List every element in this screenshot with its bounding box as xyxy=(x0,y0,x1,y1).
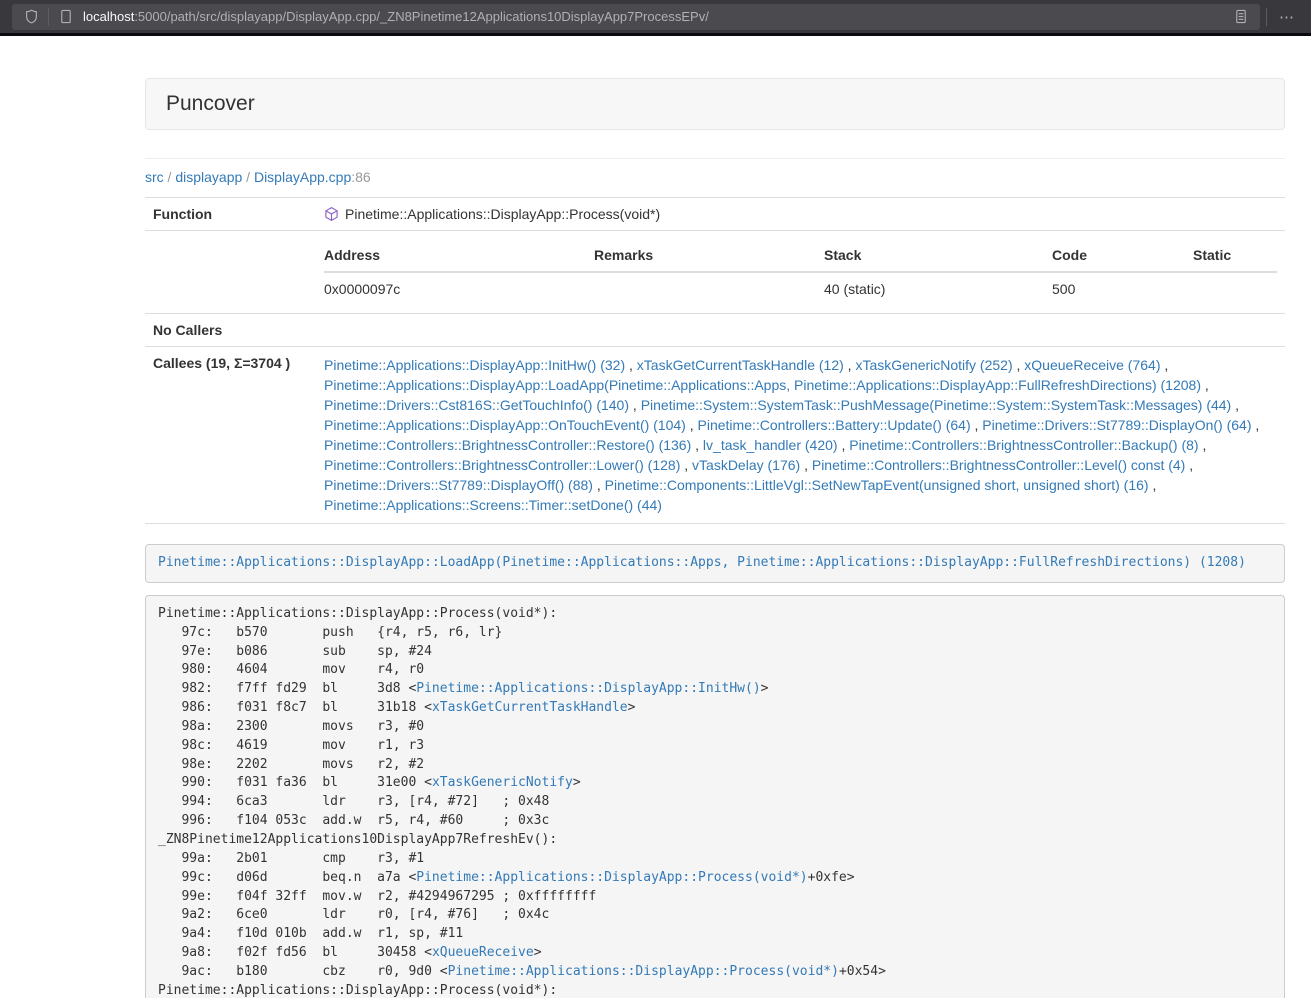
function-row: Function Pinetime::Applications::Display… xyxy=(145,198,1285,231)
reader-mode-icon[interactable] xyxy=(1230,6,1252,28)
callee-link[interactable]: Pinetime::Controllers::BrightnessControl… xyxy=(849,437,1198,453)
function-table: Function Pinetime::Applications::Display… xyxy=(145,197,1285,524)
breadcrumb: src / displayapp / DisplayApp.cpp:86 xyxy=(145,169,1285,185)
breadcrumb-separator: / xyxy=(242,169,254,185)
assembly-link[interactable]: Pinetime::Applications::DisplayApp::Proc… xyxy=(416,870,807,885)
callee-link[interactable]: Pinetime::Controllers::BrightnessControl… xyxy=(812,457,1185,473)
current-symbol-box: Pinetime::Applications::DisplayApp::Load… xyxy=(145,544,1285,583)
callee-link[interactable]: lv_task_handler (420) xyxy=(703,437,838,453)
remarks-value xyxy=(594,272,824,305)
breadcrumb-separator: / xyxy=(164,169,176,185)
breadcrumb-link[interactable]: src xyxy=(145,169,164,185)
page-icon[interactable] xyxy=(55,6,77,28)
callee-link[interactable]: Pinetime::Controllers::Battery::Update()… xyxy=(698,417,971,433)
callees-label: Callees (19, Σ=3704 ) xyxy=(145,347,316,524)
assembly-link[interactable]: xTaskGenericNotify xyxy=(432,775,573,790)
detail-header-row: AddressRemarksStackCodeStatic xyxy=(324,239,1277,272)
breadcrumb-link[interactable]: displayapp xyxy=(175,169,242,185)
assembly-link[interactable]: Pinetime::Applications::DisplayApp::Init… xyxy=(416,681,760,696)
code-value: 500 xyxy=(1052,272,1193,305)
callee-link[interactable]: Pinetime::Applications::DisplayApp::Init… xyxy=(324,357,625,373)
column-header: Code xyxy=(1052,239,1193,272)
assembly-link[interactable]: Pinetime::Applications::DisplayApp::Proc… xyxy=(448,964,839,979)
package-icon xyxy=(324,206,339,222)
shield-icon[interactable] xyxy=(20,6,42,28)
app-title-panel: Puncover xyxy=(145,78,1285,130)
column-header: Address xyxy=(324,239,594,272)
details-row: AddressRemarksStackCodeStatic 0x0000097c… xyxy=(145,231,1285,314)
assembly-listing: Pinetime::Applications::DisplayApp::Proc… xyxy=(145,595,1285,998)
callee-link[interactable]: Pinetime::Drivers::Cst816S::GetTouchInfo… xyxy=(324,397,629,413)
column-header: Stack xyxy=(824,239,1052,272)
url-text[interactable]: localhost:5000/path/src/displayapp/Displ… xyxy=(83,9,1230,24)
callee-link[interactable]: xTaskGetCurrentTaskHandle (12) xyxy=(637,357,844,373)
callee-link[interactable]: Pinetime::Drivers::St7789::DisplayOn() (… xyxy=(982,417,1251,433)
current-symbol-link[interactable]: Pinetime::Applications::DisplayApp::Load… xyxy=(158,555,1246,570)
page-container: Puncover src / displayapp / DisplayApp.c… xyxy=(145,78,1285,998)
function-label: Function xyxy=(145,198,316,231)
callee-link[interactable]: vTaskDelay (176) xyxy=(692,457,800,473)
column-header: Remarks xyxy=(594,239,824,272)
callee-link[interactable]: xQueueReceive (764) xyxy=(1024,357,1160,373)
browser-toolbar: localhost:5000/path/src/displayapp/Displ… xyxy=(0,0,1311,33)
assembly-link[interactable]: xQueueReceive xyxy=(432,945,534,960)
urlbar-divider xyxy=(48,8,49,26)
menu-icon[interactable]: ⋯ xyxy=(1273,8,1301,26)
app-title: Puncover xyxy=(166,92,255,115)
callee-link[interactable]: Pinetime::Applications::DisplayApp::OnTo… xyxy=(324,417,686,433)
callee-link[interactable]: xTaskGenericNotify (252) xyxy=(855,357,1012,373)
column-header: Static xyxy=(1193,239,1277,272)
callee-link[interactable]: Pinetime::System::SystemTask::PushMessag… xyxy=(641,397,1232,413)
divider-rule xyxy=(145,158,1285,159)
callee-link[interactable]: Pinetime::Applications::DisplayApp::Load… xyxy=(324,377,1201,393)
callee-link[interactable]: Pinetime::Applications::Screens::Timer::… xyxy=(324,497,662,513)
url-host: localhost xyxy=(83,9,134,24)
assembly-link[interactable]: xTaskGetCurrentTaskHandle xyxy=(432,700,628,715)
chrome-separator xyxy=(0,33,1311,36)
function-name: Pinetime::Applications::DisplayApp::Proc… xyxy=(345,206,660,222)
address-value: 0x0000097c xyxy=(324,272,594,305)
callees-row: Callees (19, Σ=3704 ) Pinetime::Applicat… xyxy=(145,347,1285,524)
callee-link[interactable]: Pinetime::Controllers::BrightnessControl… xyxy=(324,437,691,453)
detail-data-row: 0x0000097c 40 (static)500 xyxy=(324,272,1277,305)
breadcrumb-link[interactable]: DisplayApp.cpp xyxy=(254,169,351,185)
no-callers-label: No Callers xyxy=(145,314,316,347)
stack-value: 40 (static) xyxy=(824,272,1052,305)
detail-table: AddressRemarksStackCodeStatic 0x0000097c… xyxy=(324,239,1277,305)
callee-link[interactable]: Pinetime::Drivers::St7789::DisplayOff() … xyxy=(324,477,593,493)
no-callers-row: No Callers xyxy=(145,314,1285,347)
callees-list: Pinetime::Applications::DisplayApp::Init… xyxy=(316,347,1285,524)
breadcrumb-line-number: :86 xyxy=(351,169,370,185)
callee-link[interactable]: Pinetime::Controllers::BrightnessControl… xyxy=(324,457,680,473)
static-value xyxy=(1193,272,1277,305)
callee-link[interactable]: Pinetime::Components::LittleVgl::SetNewT… xyxy=(605,477,1149,493)
url-bar[interactable]: localhost:5000/path/src/displayapp/Displ… xyxy=(12,4,1260,30)
url-path: :5000/path/src/displayapp/DisplayApp.cpp… xyxy=(134,9,709,24)
toolbar-divider xyxy=(1266,8,1267,26)
